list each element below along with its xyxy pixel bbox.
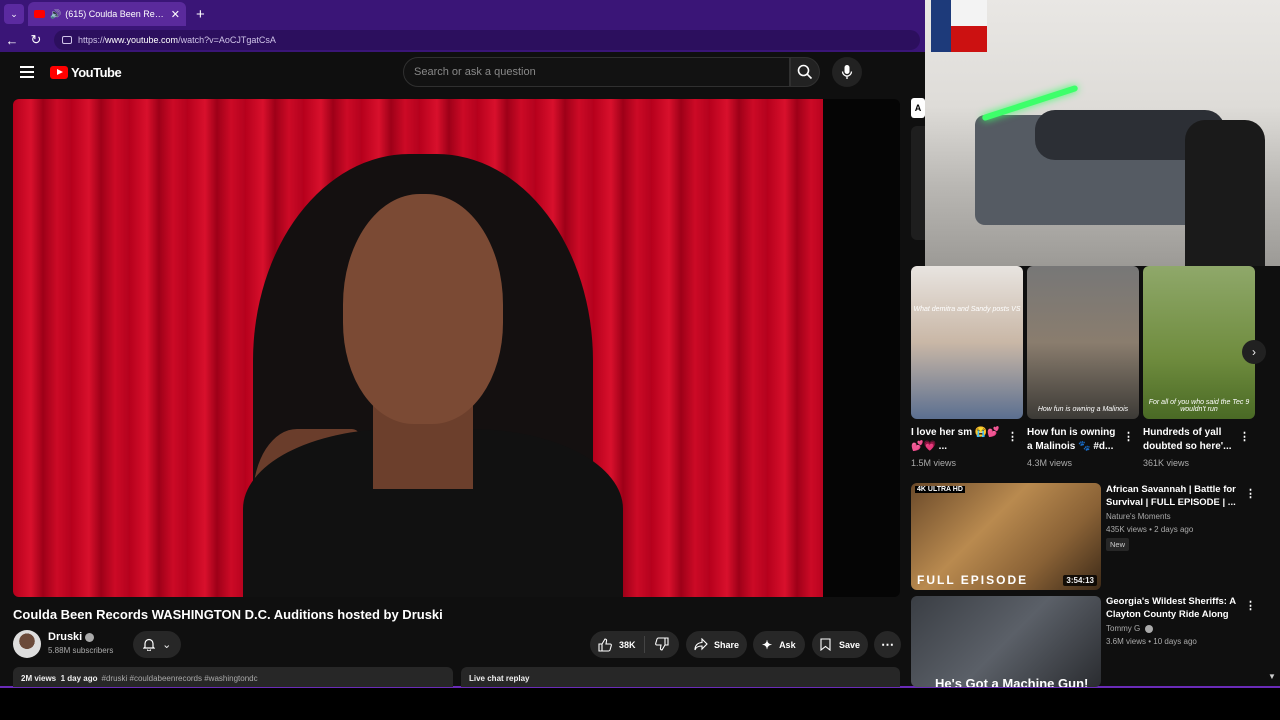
video-thumbnail[interactable]: 4K ULTRA HD FULL EPISODE 3:54:13: [911, 483, 1101, 590]
browser-window: ⌄ 🔊 (615) Coulda Been Records W ✕ + ← ↻ …: [0, 0, 1280, 688]
voice-search-button[interactable]: [832, 57, 862, 87]
short-views: 1.5M views: [911, 458, 957, 468]
thumb-tag: 4K ULTRA HD: [915, 486, 965, 493]
webcam-chair: [1185, 120, 1265, 266]
short-title[interactable]: Hundreds of yall doubted so here'...: [1143, 426, 1235, 454]
video-title-link[interactable]: Georgia's Wildest Sheriffs: A Clayton Co…: [1106, 595, 1236, 621]
short-views: 361K views: [1143, 458, 1190, 468]
more-vertical-icon[interactable]: ⋮: [1245, 487, 1256, 500]
bell-icon: [142, 638, 155, 651]
dislike-button[interactable]: [645, 636, 679, 653]
reload-icon[interactable]: ↻: [24, 32, 48, 48]
video-channel[interactable]: Tommy G: [1106, 624, 1154, 633]
chevron-right-icon[interactable]: ›: [1242, 340, 1266, 364]
short-title[interactable]: I love her sm 😭💕💕💗 ...: [911, 426, 1003, 454]
short-title[interactable]: How fun is owning a Malinois 🐾 #d...: [1027, 426, 1119, 454]
speaker-icon[interactable]: 🔊: [50, 9, 61, 20]
more-vertical-icon[interactable]: ⋮: [1239, 430, 1250, 443]
webcam-overlay: [925, 0, 1280, 266]
video-thumbnail[interactable]: He's Got a Machine Gun!: [911, 596, 1101, 687]
url-path: /watch?v=AoCJTgatCsA: [178, 35, 276, 45]
save-button[interactable]: Save: [812, 631, 868, 658]
like-count: 38K: [619, 639, 636, 650]
save-label: Save: [839, 639, 861, 650]
short-thumbnail[interactable]: How fun is owning a Malinois: [1027, 266, 1139, 419]
url-domain: www.youtube.com: [105, 35, 179, 45]
subscriber-count: 5.88M subscribers: [48, 646, 114, 655]
tab-bar: ⌄ 🔊 (615) Coulda Been Records W ✕ +: [0, 0, 925, 28]
like-button[interactable]: 38K: [590, 636, 645, 653]
ask-button[interactable]: ✦ Ask: [753, 631, 805, 658]
new-tab-button[interactable]: +: [196, 6, 205, 23]
url-field[interactable]: https://www.youtube.com/watch?v=AoCJTgat…: [54, 30, 920, 50]
video-meta: 435K views • 2 days ago: [1106, 525, 1194, 534]
texas-flag-image: [931, 0, 987, 52]
like-dislike-group: 38K: [590, 631, 679, 658]
address-bar-row: ← ↻ https://www.youtube.com/watch?v=AoCJ…: [0, 28, 925, 52]
new-badge: New: [1106, 538, 1130, 551]
description-box[interactable]: 2M views 1 day ago #druski #couldabeenrec…: [13, 667, 453, 687]
thumbs-up-icon: [598, 637, 612, 652]
video-player[interactable]: [13, 99, 900, 597]
bookmark-icon: [820, 638, 831, 651]
url-prefix: https://: [78, 35, 106, 45]
short-views: 4.3M views: [1027, 458, 1073, 468]
thumb-caption: FULL EPISODE: [917, 573, 1029, 587]
video-meta: 3.6M views • 10 days ago: [1106, 637, 1197, 646]
youtube-play-icon: [50, 66, 68, 79]
sparkle-icon: ✦: [762, 637, 773, 652]
tab-list-button[interactable]: ⌄: [4, 4, 24, 24]
menu-icon[interactable]: [20, 66, 34, 81]
youtube-header: YouTube Search or ask a question: [0, 52, 925, 94]
tab-title: (615) Coulda Been Records W: [65, 9, 167, 19]
more-vertical-icon[interactable]: ⋮: [1245, 599, 1256, 612]
channel-avatar[interactable]: [13, 630, 41, 658]
youtube-logo[interactable]: YouTube: [50, 65, 122, 80]
search-input[interactable]: Search or ask a question: [403, 57, 790, 87]
short-thumb-text: How fun is owning a Malinois: [1037, 406, 1129, 413]
view-count: 2M views: [21, 674, 57, 683]
chevron-down-icon: ⌄: [10, 8, 18, 19]
youtube-favicon-icon: [34, 10, 45, 18]
hashtags[interactable]: #druski #couldabeenrecords #washingtondc: [102, 674, 258, 683]
more-vertical-icon[interactable]: ⋮: [1123, 430, 1134, 443]
close-icon[interactable]: ✕: [171, 8, 180, 21]
video-title: Coulda Been Records WASHINGTON D.C. Audi…: [13, 607, 443, 622]
short-thumb-text: For all of you who said the Tec 9 wouldn…: [1148, 399, 1250, 413]
video-title-link[interactable]: African Savannah | Battle for Survival |…: [1106, 483, 1236, 509]
scroll-down-arrow-icon[interactable]: ▼: [1268, 672, 1276, 681]
chevron-down-icon: ⌄: [162, 639, 172, 651]
short-thumb-text: What demitra and Sandy posts VS: [913, 306, 1021, 313]
search-placeholder: Search or ask a question: [414, 66, 536, 78]
notification-button[interactable]: ⌄: [133, 631, 181, 658]
video-duration: 3:54:13: [1063, 575, 1097, 586]
share-label: Share: [714, 639, 740, 650]
short-thumbnail[interactable]: What demitra and Sandy posts VS: [911, 266, 1023, 419]
upload-date: 1 day ago: [60, 674, 98, 683]
video-frame-face: [343, 194, 503, 424]
sidebar-panel-partial: [911, 126, 925, 240]
back-arrow-icon[interactable]: ←: [0, 33, 24, 48]
thumb-caption: He's Got a Machine Gun!: [935, 676, 1089, 687]
ask-label: Ask: [779, 639, 796, 650]
microphone-icon: [841, 65, 853, 79]
verified-icon: [1145, 624, 1154, 633]
search-icon: [797, 64, 813, 80]
search-button[interactable]: [790, 57, 820, 87]
active-tab[interactable]: 🔊 (615) Coulda Been Records W ✕: [28, 2, 186, 26]
short-thumbnail[interactable]: For all of you who said the Tec 9 wouldn…: [1143, 266, 1255, 419]
video-channel[interactable]: Nature's Moments: [1106, 512, 1171, 521]
logo-text: YouTube: [71, 65, 122, 80]
share-icon: [694, 638, 708, 651]
site-info-icon[interactable]: [62, 36, 72, 44]
thumbs-down-icon: [654, 636, 669, 651]
more-horizontal-icon: ⋯: [881, 636, 894, 652]
channel-name[interactable]: Druski: [48, 631, 95, 643]
live-chat-replay-header[interactable]: Live chat replay: [461, 667, 900, 687]
share-button[interactable]: Share: [686, 631, 747, 658]
more-vertical-icon[interactable]: ⋮: [1007, 430, 1018, 443]
verified-icon: [85, 632, 95, 642]
more-actions-button[interactable]: ⋯: [874, 631, 901, 658]
sidebar-tab-partial[interactable]: A: [911, 98, 925, 118]
